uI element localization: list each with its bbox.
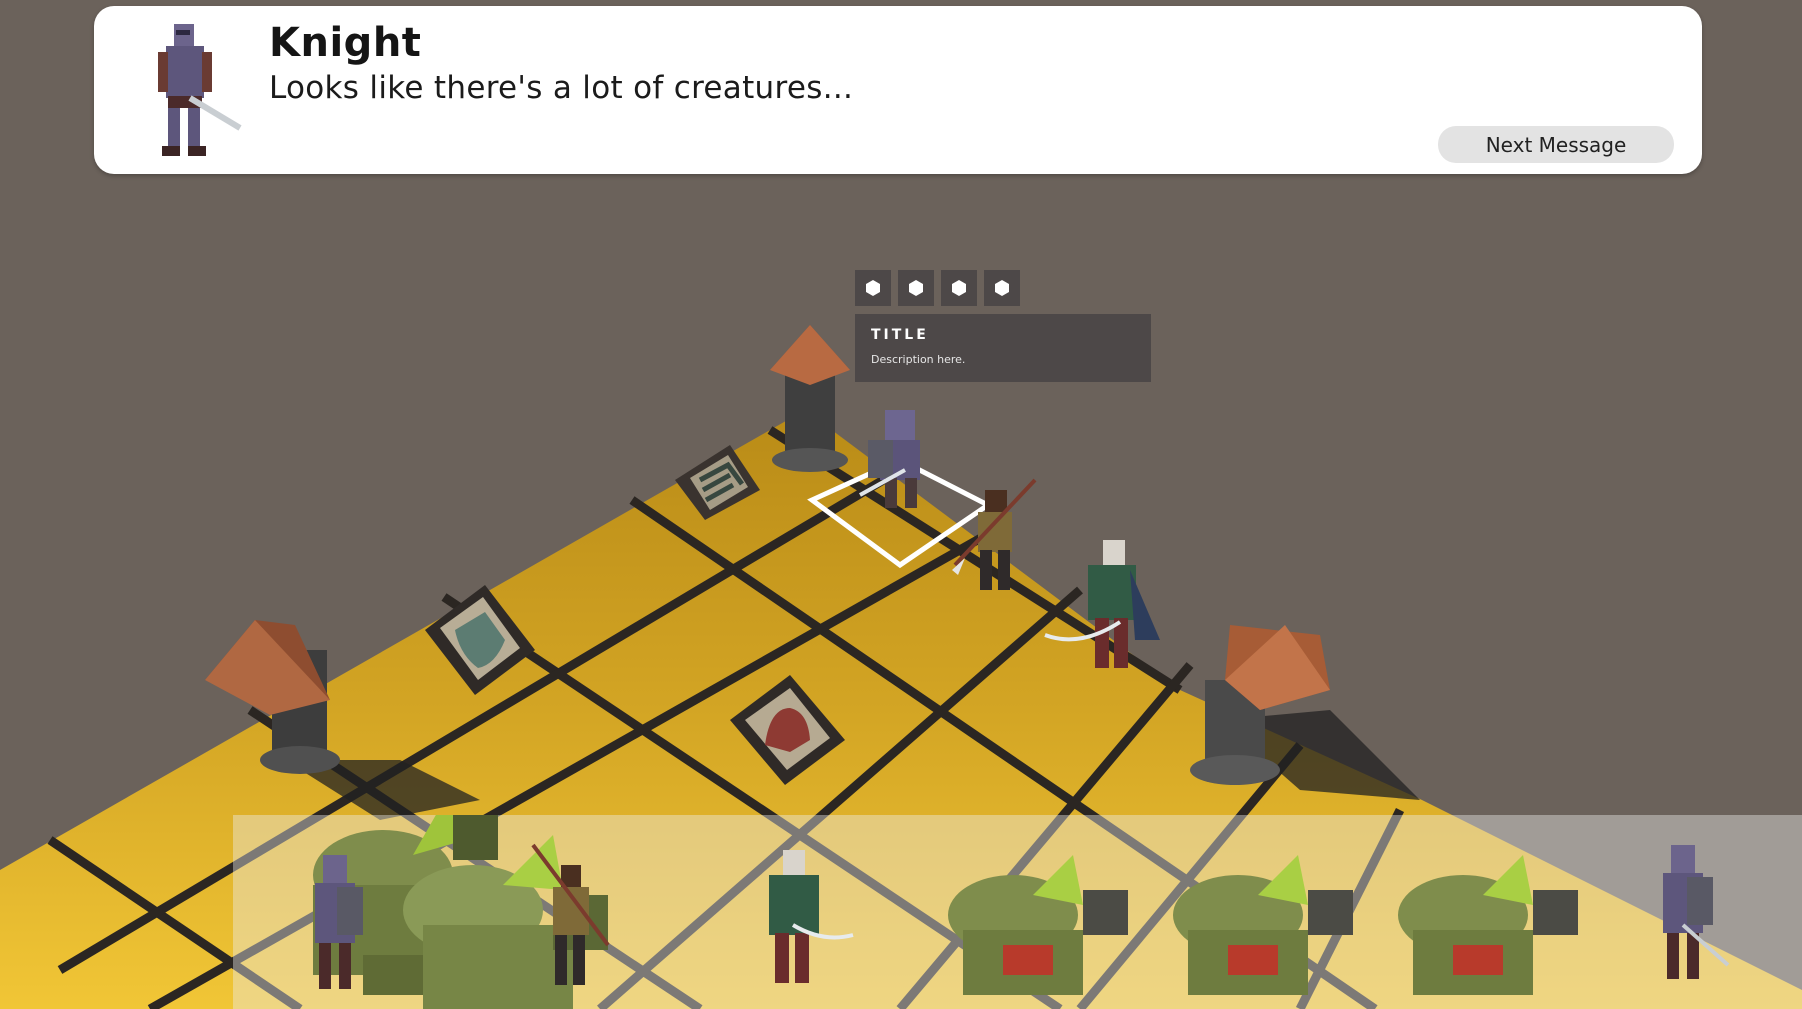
tooltip-description: Description here. — [871, 353, 966, 366]
goblin-brute-portrait[interactable] — [1383, 815, 1583, 1009]
stat-slot[interactable] — [898, 270, 934, 306]
turn-order-bar — [233, 815, 1802, 1009]
dialog-message: Looks like there's a lot of creatures... — [269, 70, 854, 106]
knight-portrait-small[interactable] — [293, 815, 383, 1009]
hexagon-icon — [995, 280, 1009, 296]
tooltip-panel: TITLE Description here. — [855, 314, 1151, 382]
goblin-brute-portrait[interactable] — [1158, 815, 1358, 1009]
next-message-button[interactable]: Next Message — [1438, 126, 1674, 163]
stat-slots — [855, 270, 1020, 306]
hexagon-icon — [952, 280, 966, 296]
hexagon-icon — [909, 280, 923, 296]
stat-slot[interactable] — [984, 270, 1020, 306]
speaker-name: Knight — [269, 20, 422, 66]
dialog-box: Knight Looks like there's a lot of creat… — [94, 6, 1702, 174]
elf-swordsman-portrait-small[interactable] — [733, 815, 873, 1009]
knight-portrait-icon — [158, 24, 242, 156]
tooltip-title: TITLE — [871, 327, 929, 343]
spearman-portrait-small[interactable] — [513, 815, 633, 1009]
hexagon-icon — [866, 280, 880, 296]
knight-portrait-small[interactable] — [1643, 815, 1733, 1009]
brazier-pillar-right — [1190, 625, 1420, 800]
goblin-brute-portrait[interactable] — [933, 815, 1133, 1009]
stat-slot[interactable] — [941, 270, 977, 306]
stat-slot[interactable] — [855, 270, 891, 306]
